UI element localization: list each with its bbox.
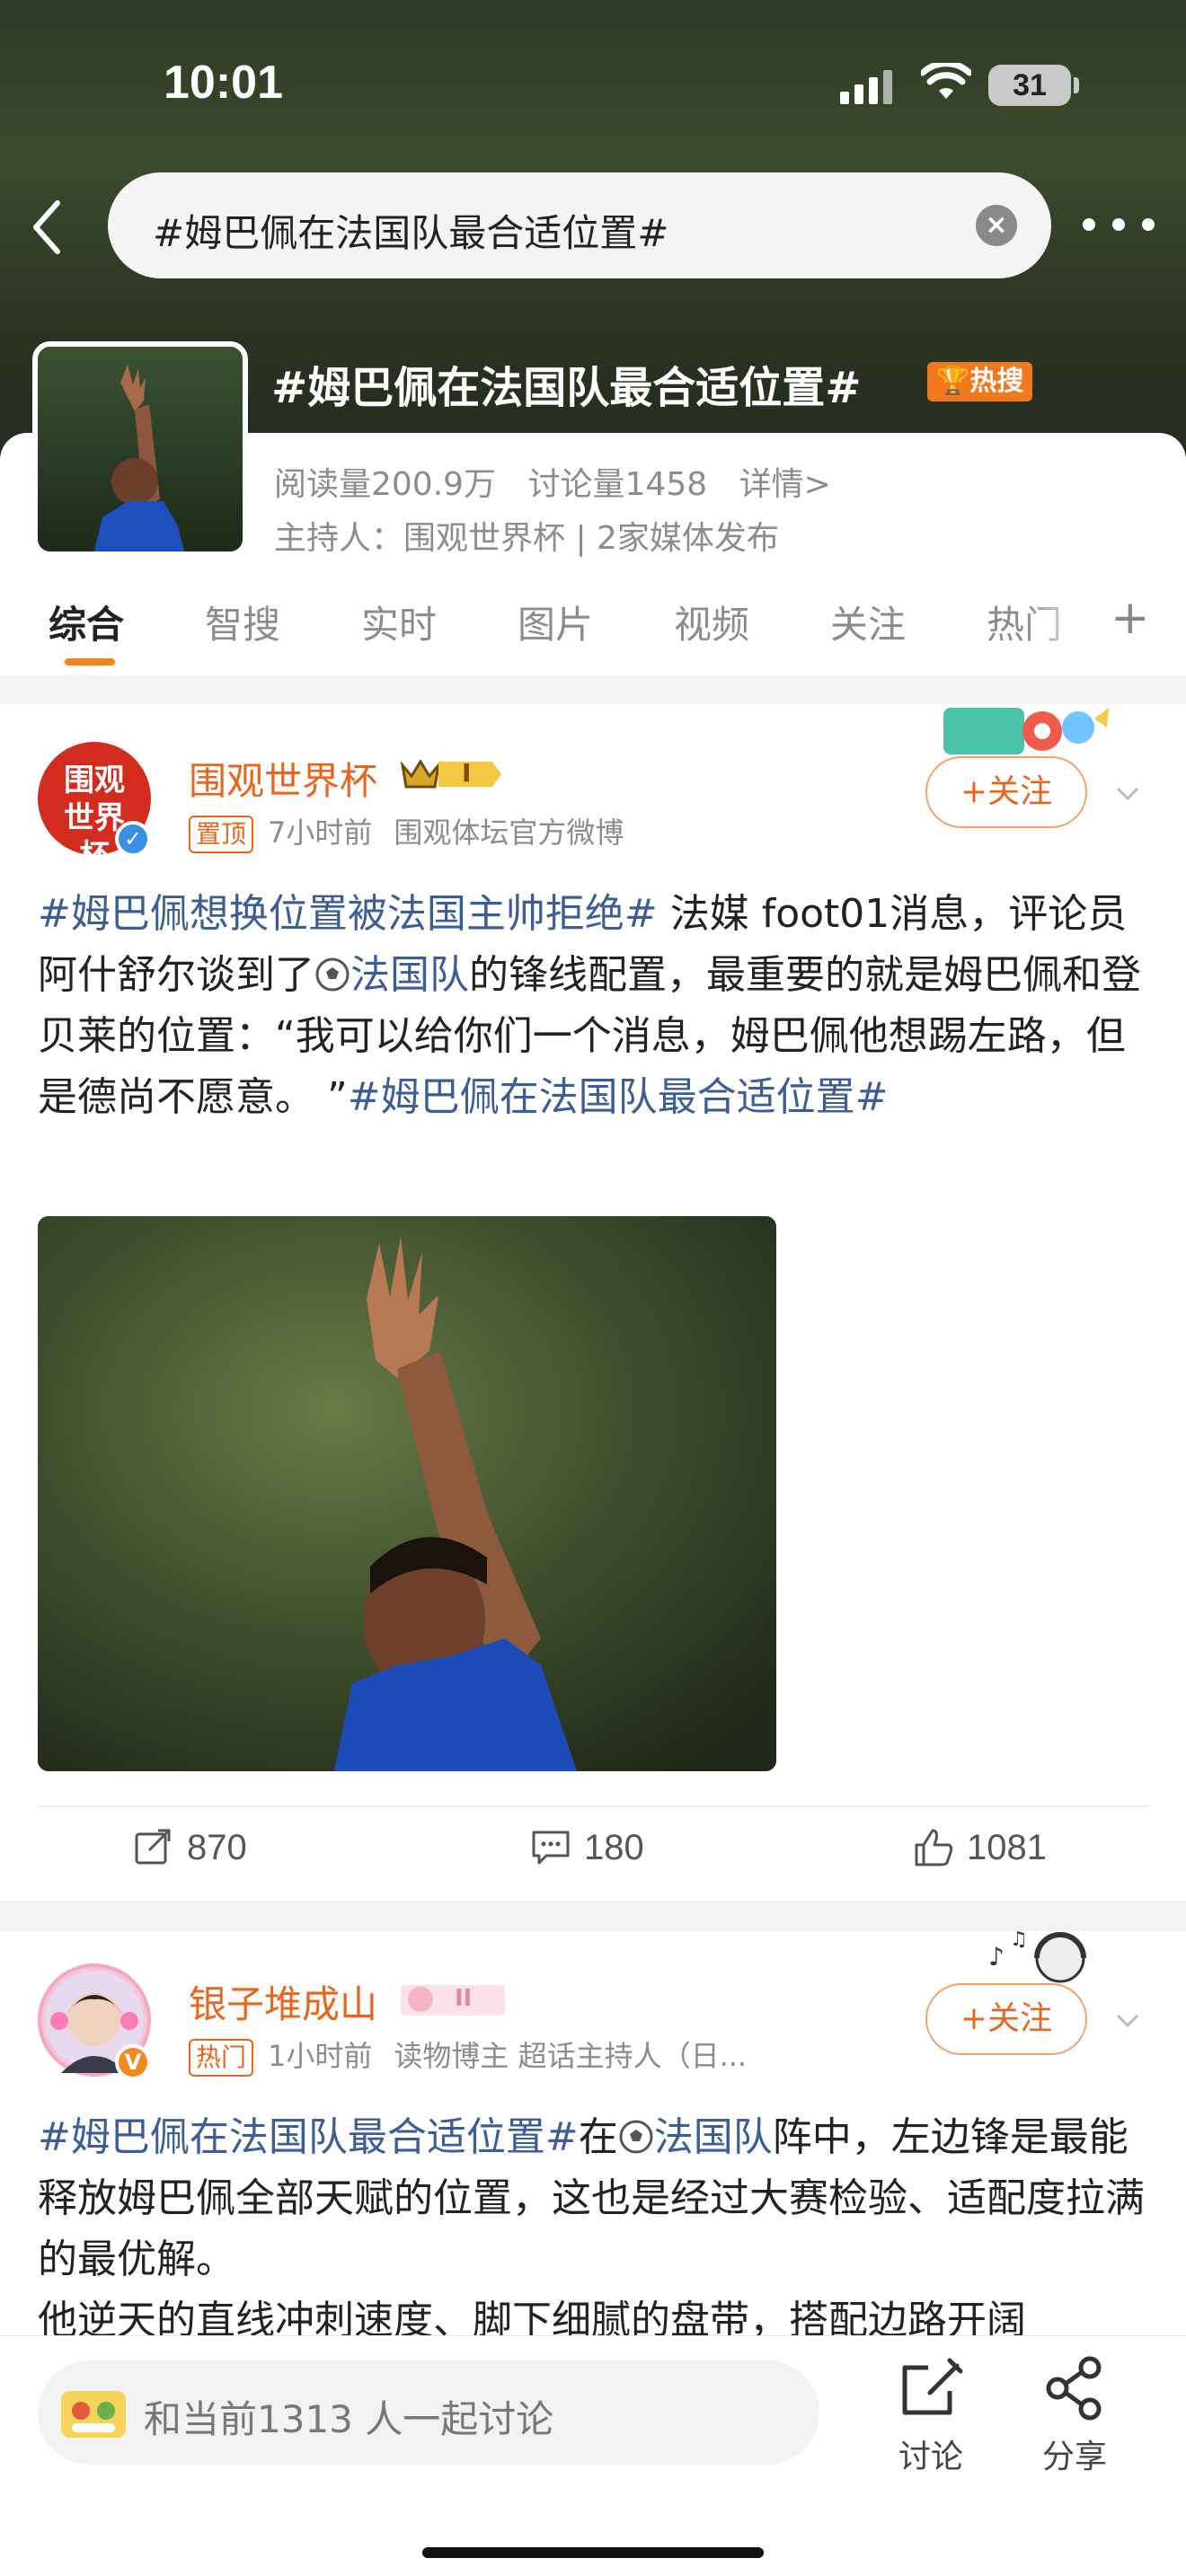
post-source: 读物博主 超话主持人（日... xyxy=(394,2039,748,2073)
share-button[interactable]: 分享 xyxy=(1031,2355,1118,2477)
divider xyxy=(38,1805,1148,1807)
tab-following[interactable]: 关注 xyxy=(830,595,906,649)
share-icon xyxy=(1046,2356,1102,2421)
discussion-count: 讨论量1458 xyxy=(527,466,708,503)
hot-tag: 热门 xyxy=(189,2039,254,2077)
share-label: 分享 xyxy=(1041,2439,1107,2475)
tab-fade-overlay xyxy=(1024,584,1096,665)
edit-icon xyxy=(902,2358,963,2415)
tab-realtime[interactable]: 实时 xyxy=(361,595,437,649)
tab-videos[interactable]: 视频 xyxy=(674,595,749,649)
search-input[interactable]: #姆巴佩在法国队最合适位置# × xyxy=(108,172,1051,278)
follow-button[interactable]: +关注 xyxy=(925,756,1087,828)
back-arrow-icon[interactable] xyxy=(25,196,70,259)
search-query-text: #姆巴佩在法国队最合适位置# xyxy=(153,211,669,255)
post-image[interactable] xyxy=(38,1216,776,1771)
tab-comprehensive[interactable]: 综合 xyxy=(49,595,124,649)
wifi-icon xyxy=(921,63,971,99)
hot-badge-label: 热搜 xyxy=(969,366,1024,397)
more-options-icon[interactable] xyxy=(1083,207,1155,243)
topic-link-france[interactable]: 法国队 xyxy=(654,2114,773,2160)
topic-link[interactable]: #姆巴佩在法国队最合适位置# xyxy=(38,2114,579,2160)
repost-button[interactable]: 870 xyxy=(133,1827,247,1868)
battery-tip xyxy=(1074,77,1079,93)
post-body: #姆巴佩在法国队最合适位置#在 法国队阵中，左边锋是最能释放姆巴佩全部天赋的位置，… xyxy=(38,2107,1148,2351)
home-indicator xyxy=(422,2547,764,2558)
discuss-button[interactable]: 讨论 xyxy=(888,2355,974,2477)
follow-button[interactable]: +关注 xyxy=(925,1983,1087,2055)
post-author[interactable]: 银子堆成山 xyxy=(189,1974,377,2029)
add-tab-icon[interactable]: + xyxy=(1111,591,1150,645)
level-badge: I xyxy=(462,758,472,788)
comment-count: 180 xyxy=(584,1827,644,1867)
active-tab-indicator xyxy=(65,658,115,666)
tab-bar: 综合 智搜 实时 图片 视频 关注 热门 + xyxy=(0,584,1186,674)
clear-search-icon[interactable]: × xyxy=(976,205,1017,246)
chevron-down-icon[interactable] xyxy=(1114,780,1141,807)
post-body: #姆巴佩想换位置被法国主帅拒绝# 法媒 foot01消息，评论员阿什舒尔谈到了法… xyxy=(38,884,1148,1128)
soccer-ball-icon xyxy=(619,2120,653,2154)
topic-link[interactable]: #姆巴佩在法国队最合适位置# xyxy=(348,1074,889,1120)
discussion-input[interactable]: 和当前1313 人一起讨论 xyxy=(38,2360,819,2465)
topic-host[interactable]: 主持人：围观世界杯 | 2家媒体发布 xyxy=(274,512,779,559)
topic-link[interactable]: #姆巴佩想换位置被法国主帅拒绝# xyxy=(38,891,658,937)
discussion-placeholder: 和当前1313 人一起讨论 xyxy=(144,2397,554,2441)
like-button[interactable]: 1081 xyxy=(913,1827,1047,1868)
repost-icon xyxy=(135,1829,171,1865)
read-count: 阅读量200.9万 xyxy=(274,466,497,503)
status-bar: 10:01 31 xyxy=(0,0,1186,171)
tab-images[interactable]: 图片 xyxy=(518,595,593,649)
post-source: 围观体坛官方微博 xyxy=(394,816,624,850)
soccer-ball-icon xyxy=(315,957,350,992)
hot-search-badge: 🏆热搜 xyxy=(927,362,1033,401)
tab-smart-search[interactable]: 智搜 xyxy=(205,595,280,649)
cellular-signal-icon xyxy=(840,70,892,104)
repost-count: 870 xyxy=(187,1827,247,1867)
topic-cover-image xyxy=(32,341,248,557)
post-card[interactable]: 围观世界杯 ✓ 围观世界杯 I 置顶 7小时前 围观体坛官方微博 +关注 #姆巴佩想… xyxy=(0,704,1186,1901)
comment-icon xyxy=(532,1831,570,1865)
topic-stats: 阅读量200.9万 讨论量1458 详情> xyxy=(274,458,853,505)
topic-title: #姆巴佩在法国队最合适位置# xyxy=(271,363,862,413)
verified-badge-icon: ✓ xyxy=(115,821,151,857)
avatar-text: 围观世界杯 xyxy=(64,763,125,874)
post-time: 7小时前 xyxy=(268,816,373,850)
thumbs-up-icon xyxy=(915,1829,953,1866)
details-link[interactable]: 详情> xyxy=(739,466,831,503)
event-sticker-icon xyxy=(934,701,1114,763)
topic-link-france[interactable]: 法国队 xyxy=(350,952,469,998)
like-count: 1081 xyxy=(967,1827,1047,1867)
comment-button[interactable]: 180 xyxy=(530,1827,644,1868)
chevron-down-icon[interactable] xyxy=(1114,2007,1141,2033)
level-badge: II xyxy=(455,1985,473,2012)
trophy-icon: 🏆 xyxy=(936,366,970,397)
post-meta: 热门 1小时前 读物博主 超话主持人（日... xyxy=(189,2033,747,2077)
discussion-mascot-icon xyxy=(61,2391,126,2438)
post-meta: 置顶 7小时前 围观体坛官方微博 xyxy=(189,810,624,853)
pinned-tag: 置顶 xyxy=(189,816,254,853)
svg-text:♫: ♫ xyxy=(1010,1928,1028,1951)
post-author[interactable]: 围观世界杯 xyxy=(189,751,377,806)
post-time: 1小时前 xyxy=(268,2039,373,2073)
battery-indicator: 31 xyxy=(988,65,1071,106)
discuss-label: 讨论 xyxy=(898,2439,963,2475)
verified-badge-icon: V xyxy=(115,2044,151,2080)
post-text: 在 xyxy=(578,2114,618,2160)
membership-crown-icon: I xyxy=(399,754,503,794)
membership-badge-icon: II xyxy=(399,1980,507,2019)
svg-text:♪: ♪ xyxy=(988,1942,1005,1972)
status-time: 10:01 xyxy=(164,57,283,109)
